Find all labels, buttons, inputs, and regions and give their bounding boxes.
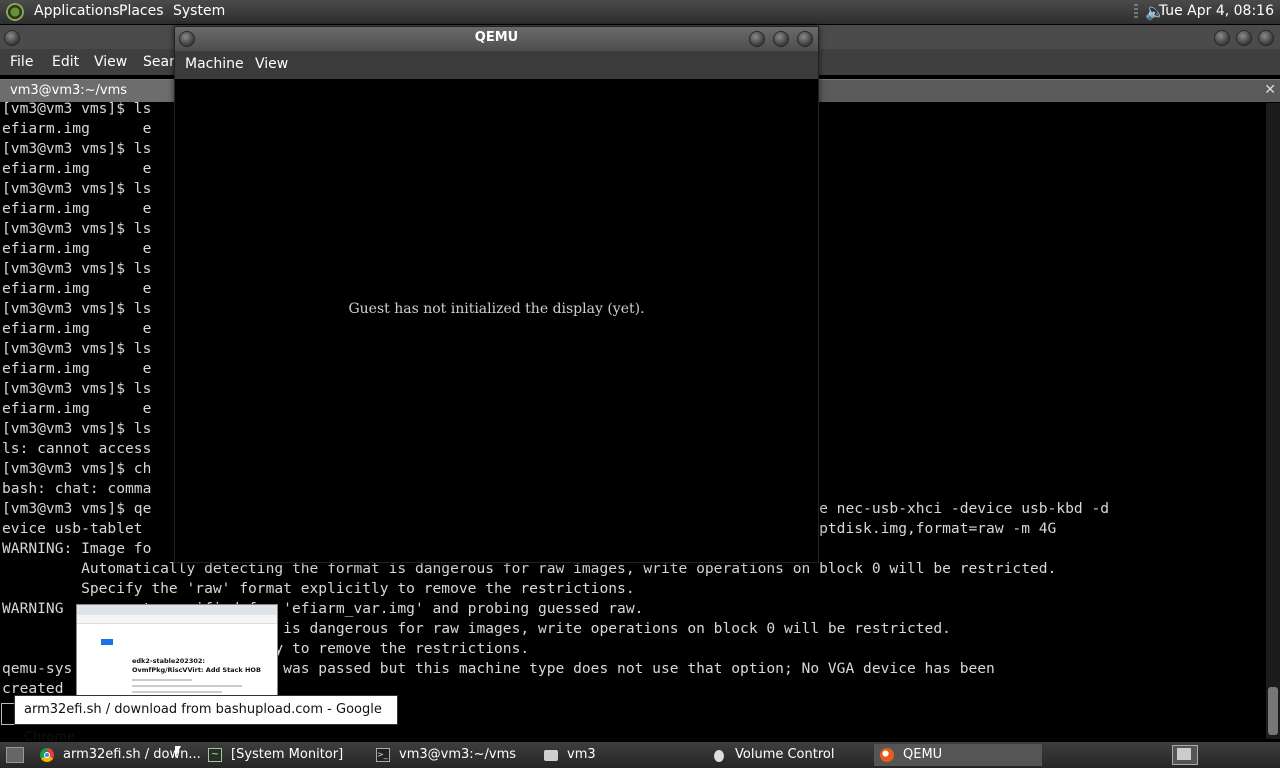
qemu-titlebar[interactable]: QEMU xyxy=(175,27,818,51)
menu-file[interactable]: File xyxy=(10,54,33,70)
qemu-window: QEMU Machine View Guest has not initiali… xyxy=(174,26,819,563)
task-folder[interactable]: vm3 xyxy=(538,744,708,766)
mouse-cursor xyxy=(175,746,181,758)
minimize-icon[interactable] xyxy=(1214,30,1230,46)
places-menu[interactable]: Places xyxy=(119,3,164,19)
volume-control-icon xyxy=(714,750,724,762)
menu-machine[interactable]: Machine xyxy=(185,56,244,72)
panel-separator xyxy=(1134,4,1138,20)
terminal-line: Specify the 'raw' format explicitly to r… xyxy=(2,580,635,597)
top-panel: Applications Places System 🔈 Tue Apr 4, … xyxy=(0,0,1280,24)
preview-indicator xyxy=(1,703,15,725)
close-icon[interactable] xyxy=(1258,30,1274,46)
show-desktop-icon[interactable] xyxy=(6,747,24,763)
task-qemu[interactable]: QEMU xyxy=(874,744,1042,766)
scrollbar-thumb[interactable] xyxy=(1268,687,1278,735)
window-preview-thumbnail[interactable]: edk2-stable202302: OvmfPkg/RiscVVirt: Ad… xyxy=(76,604,278,698)
taskbar-tooltip: arm32efi.sh / download from bashupload.c… xyxy=(14,695,398,745)
terminal-icon: >_ xyxy=(376,748,390,762)
qemu-title: QEMU xyxy=(474,30,519,45)
menu-edit[interactable]: Edit xyxy=(52,54,79,70)
menu-view[interactable]: View xyxy=(255,56,288,72)
preview-button xyxy=(101,639,113,645)
bottom-taskbar: arm32efi.sh / down... ~ [System Monitor]… xyxy=(0,742,1280,768)
task-system-monitor[interactable]: ~ [System Monitor] xyxy=(202,744,372,766)
system-monitor-icon: ~ xyxy=(208,748,222,762)
clock[interactable]: Tue Apr 4, 08:16 xyxy=(1159,3,1274,19)
maximize-icon[interactable] xyxy=(773,31,789,47)
qemu-menubar: Machine View xyxy=(175,51,818,79)
menu-view[interactable]: View xyxy=(94,54,127,70)
task-terminal[interactable]: >_ vm3@vm3:~/vms xyxy=(370,744,540,766)
terminal-tab-label: vm3@vm3:~/vms xyxy=(10,83,128,98)
terminal-scrollbar[interactable] xyxy=(1266,103,1280,739)
preview-title: edk2-stable202302: OvmfPkg/RiscVVirt: Ad… xyxy=(132,657,261,674)
maximize-icon[interactable] xyxy=(1236,30,1252,46)
workspace-switcher[interactable] xyxy=(1172,745,1198,765)
folder-icon xyxy=(544,750,558,761)
minimize-icon[interactable] xyxy=(749,31,765,47)
guest-display-message: Guest has not initialized the display (y… xyxy=(348,301,645,317)
qemu-display[interactable]: Guest has not initialized the display (y… xyxy=(175,79,818,562)
window-menu-icon[interactable] xyxy=(179,31,195,47)
window-menu-icon[interactable] xyxy=(4,30,20,46)
applications-menu[interactable]: Applications xyxy=(34,3,120,19)
task-volume-control[interactable]: Volume Control xyxy=(706,744,876,766)
distro-logo-icon[interactable] xyxy=(6,3,24,21)
close-icon[interactable] xyxy=(797,31,813,47)
qemu-icon xyxy=(880,748,894,762)
system-menu[interactable]: System xyxy=(173,3,225,19)
tab-close-icon[interactable]: ✕ xyxy=(1264,82,1276,98)
chrome-icon xyxy=(40,748,54,762)
